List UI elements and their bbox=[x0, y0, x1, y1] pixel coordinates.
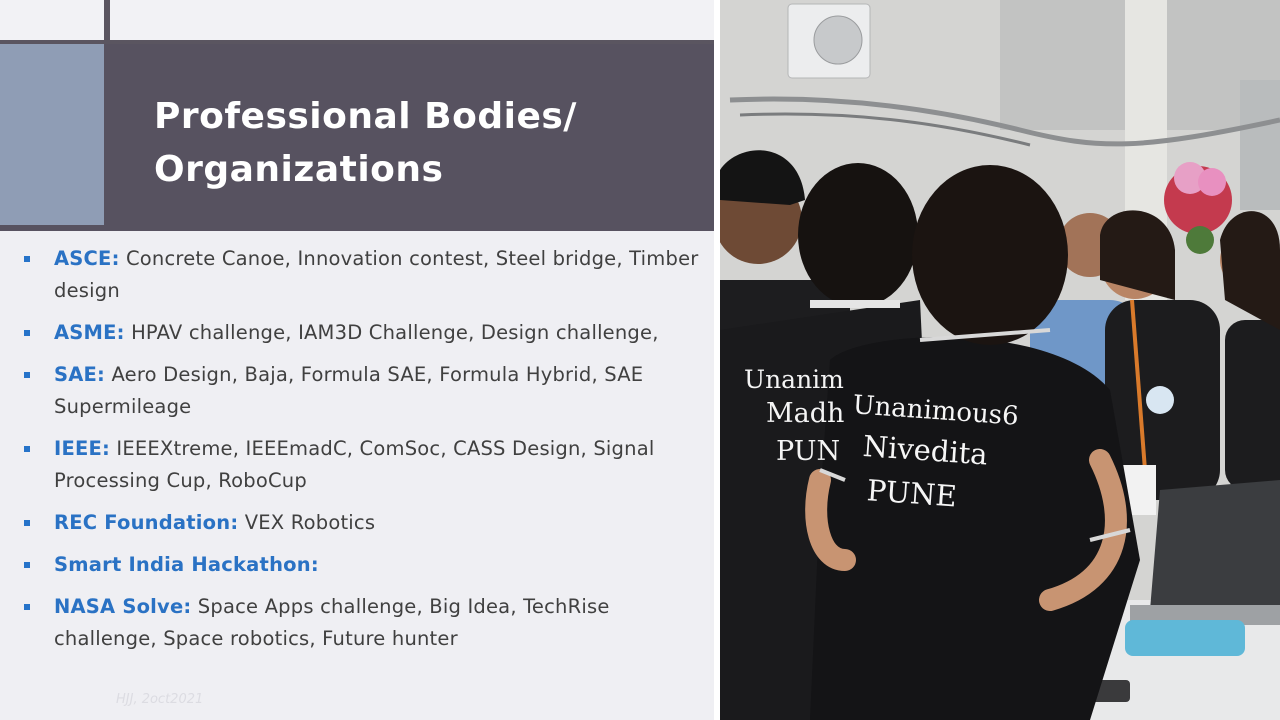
text-panel: Professional Bodies/ Organizations ASCE:… bbox=[0, 0, 718, 720]
accent-underline bbox=[0, 225, 104, 231]
top-strip-left bbox=[0, 0, 110, 40]
title-banner: Professional Bodies/ Organizations bbox=[104, 44, 718, 231]
org-name: Smart India Hackathon: bbox=[54, 553, 319, 576]
person-right-edge bbox=[1225, 320, 1280, 490]
collar-stripe bbox=[810, 300, 900, 308]
list-item-asce: ASCE: Concrete Canoe, Innovation contest… bbox=[22, 243, 702, 307]
flower-leaves bbox=[1186, 226, 1214, 254]
list-item-nasa-solve: NASA Solve: Space Apps challenge, Big Id… bbox=[22, 591, 702, 655]
bullet-icon bbox=[24, 256, 30, 262]
presentation-slide: Professional Bodies/ Organizations ASCE:… bbox=[0, 0, 1280, 720]
student-hair-left bbox=[798, 163, 918, 307]
top-strip-right bbox=[110, 0, 714, 40]
bullet-icon bbox=[24, 372, 30, 378]
photo-illustration: Unanim Madh PUN Unanimous6 Nivedita PUNE bbox=[720, 0, 1280, 720]
org-activities: HPAV challenge, IAM3D Challenge, Design … bbox=[124, 321, 659, 344]
flower-pink bbox=[1198, 168, 1226, 196]
shirt-text-right-3: PUNE bbox=[866, 473, 958, 513]
title-line-1: Professional Bodies/ bbox=[154, 96, 577, 137]
event-photo: Unanim Madh PUN Unanimous6 Nivedita PUNE bbox=[720, 0, 1280, 720]
org-name: ASCE: bbox=[54, 247, 120, 270]
list-item-smart-india-hackathon: Smart India Hackathon: bbox=[22, 549, 702, 581]
bullet-icon bbox=[24, 446, 30, 452]
org-activities: VEX Robotics bbox=[238, 511, 376, 534]
org-activities: Aero Design, Baja, Formula SAE, Formula … bbox=[54, 363, 644, 418]
bullet-list: ASCE: Concrete Canoe, Innovation contest… bbox=[22, 243, 702, 665]
org-name: IEEE: bbox=[54, 437, 111, 460]
list-item-sae: SAE: Aero Design, Baja, Formula SAE, For… bbox=[22, 359, 702, 423]
title-line-2: Organizations bbox=[154, 149, 444, 190]
shirt-text-left-2: Madh bbox=[766, 398, 844, 429]
org-activities: Concrete Canoe, Innovation contest, Stee… bbox=[54, 247, 699, 302]
org-name: ASME: bbox=[54, 321, 125, 344]
bullet-icon bbox=[24, 330, 30, 336]
bullet-icon bbox=[24, 604, 30, 610]
bullet-icon bbox=[24, 562, 30, 568]
shirt-text-left-3: PUN bbox=[776, 436, 840, 467]
bullet-icon bbox=[24, 520, 30, 526]
shirt-text-left-1: Unanim bbox=[744, 365, 844, 394]
logo-badge-icon bbox=[1146, 386, 1174, 414]
blue-object bbox=[1125, 620, 1245, 656]
ac-fan-icon bbox=[813, 15, 863, 65]
window bbox=[1240, 80, 1280, 210]
watermark: HJJ, 2oct2021 bbox=[116, 692, 204, 707]
student-hair-front bbox=[912, 165, 1068, 345]
org-activities: IEEEXtreme, IEEEmadC, ComSoc, CASS Desig… bbox=[54, 437, 655, 492]
org-name: REC Foundation: bbox=[54, 511, 239, 534]
accent-block bbox=[0, 44, 104, 225]
list-item-rec-foundation: REC Foundation: VEX Robotics bbox=[22, 507, 702, 539]
slide-title: Professional Bodies/ Organizations bbox=[154, 90, 674, 196]
list-item-ieee: IEEE: IEEEXtreme, IEEEmadC, ComSoc, CASS… bbox=[22, 433, 702, 497]
org-name: NASA Solve: bbox=[54, 595, 192, 618]
list-item-asme: ASME: HPAV challenge, IAM3D Challenge, D… bbox=[22, 317, 702, 349]
org-name: SAE: bbox=[54, 363, 106, 386]
laptop-screen bbox=[1150, 480, 1280, 610]
